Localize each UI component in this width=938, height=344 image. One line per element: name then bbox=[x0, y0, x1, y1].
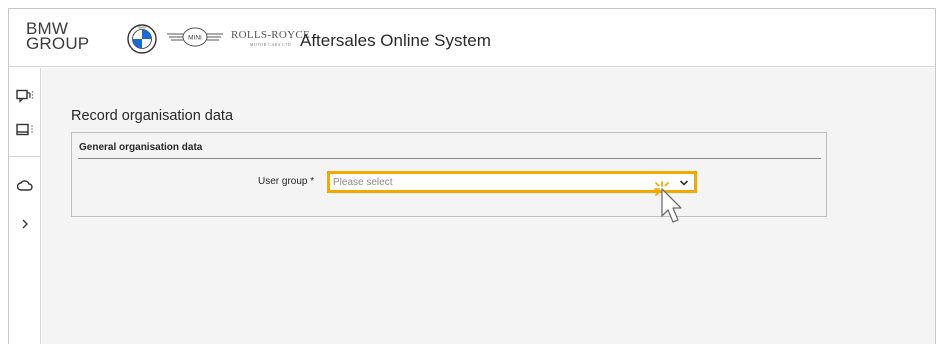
mini-logo-text: MINI bbox=[188, 35, 202, 42]
monitor-icon bbox=[16, 123, 33, 136]
user-group-label: User group * bbox=[258, 176, 315, 187]
sidebar-expand-button[interactable] bbox=[9, 210, 41, 238]
mini-logo-icon: MINI bbox=[167, 27, 223, 47]
section-title: General organisation data bbox=[79, 142, 203, 153]
user-group-select[interactable]: Please select bbox=[327, 171, 697, 193]
cloud-icon bbox=[17, 180, 33, 191]
user-group-select-value: Please select bbox=[333, 177, 393, 188]
sidebar-item-screen[interactable] bbox=[9, 116, 41, 144]
rolls-royce-logo: ROLLS-ROYCE MOTOR CARS LTD bbox=[231, 29, 310, 47]
sidebar-item-messages[interactable] bbox=[9, 82, 41, 110]
app-window: BMW GROUP BMW MINI ROLLS-ROYCE MOTOR CAR… bbox=[0, 0, 938, 344]
main-content: Record organisation data General organis… bbox=[42, 68, 935, 344]
page-title: Record organisation data bbox=[71, 108, 234, 124]
chat-icon bbox=[16, 89, 34, 103]
svg-text:BMW: BMW bbox=[138, 26, 146, 30]
bmw-group-logo: BMW GROUP bbox=[26, 20, 90, 53]
sidebar-divider bbox=[9, 156, 41, 157]
app-title: Aftersales Online System bbox=[300, 31, 491, 50]
rolls-royce-subtext: MOTOR CARS LTD bbox=[249, 42, 292, 47]
sidebar bbox=[9, 68, 41, 344]
chevron-right-icon bbox=[22, 219, 28, 229]
brand-line-2: GROUP bbox=[26, 34, 90, 53]
organisation-data-section: General organisation data User group * P… bbox=[71, 132, 827, 217]
rolls-royce-text: ROLLS-ROYCE bbox=[231, 29, 311, 41]
header-bar: BMW GROUP BMW MINI ROLLS-ROYCE MOTOR CAR… bbox=[9, 9, 935, 67]
bmw-roundel-icon: BMW bbox=[127, 24, 157, 54]
section-divider bbox=[78, 158, 821, 159]
sidebar-item-cloud[interactable] bbox=[9, 171, 41, 199]
chevron-down-icon[interactable] bbox=[679, 179, 689, 187]
